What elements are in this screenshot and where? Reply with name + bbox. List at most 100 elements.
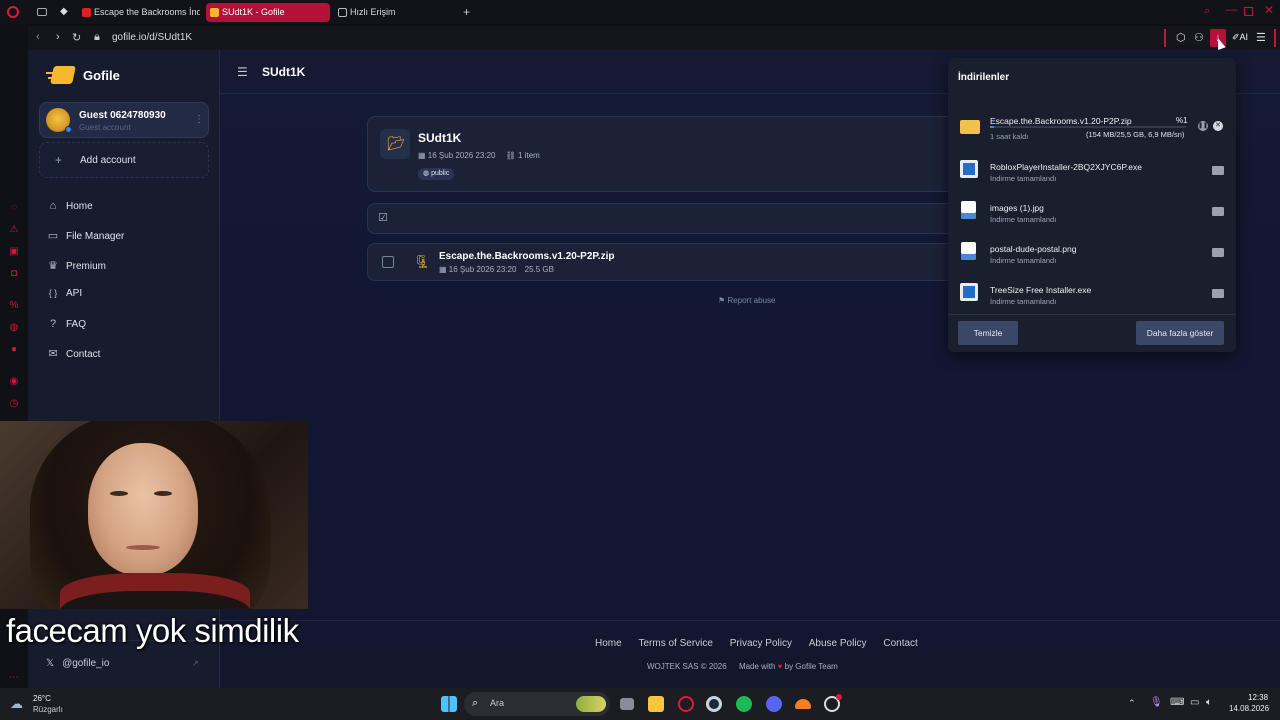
instagram-icon[interactable]: ◘: [8, 268, 20, 280]
tab-escape-backrooms[interactable]: Escape the Backrooms İnd: [78, 3, 200, 22]
nav-file-manager[interactable]: ▭ File Manager: [46, 229, 125, 242]
account-card[interactable]: Guest 0624780930 Guest account ⋮: [39, 102, 209, 138]
download-item[interactable]: postal-dude-postal.png İndirme tamamland…: [948, 240, 1236, 280]
show-in-folder-icon[interactable]: [1212, 248, 1224, 257]
messenger-icon[interactable]: ▣: [8, 246, 20, 258]
clock-time[interactable]: 12:38: [1248, 693, 1268, 702]
menu-icon[interactable]: ☰: [1256, 31, 1266, 44]
windows-start-icon[interactable]: [441, 696, 457, 712]
folder-item-count: 1 item: [518, 151, 540, 160]
new-tab-icon[interactable]: +: [463, 5, 470, 19]
nav-premium[interactable]: ♛ Premium: [46, 259, 106, 272]
workspaces-icon[interactable]: [37, 8, 47, 16]
file-explorer-icon[interactable]: [648, 696, 664, 712]
panel-divider: [948, 314, 1236, 315]
show-in-folder-icon[interactable]: [1212, 289, 1224, 298]
tab-settings-icon[interactable]: ◆: [60, 6, 68, 17]
footer-link-home[interactable]: Home: [595, 638, 622, 649]
nav-label: Contact: [66, 349, 101, 360]
gofile-logo-icon[interactable]: [46, 64, 76, 86]
show-in-folder-icon[interactable]: [1212, 207, 1224, 216]
player-icon[interactable]: ◉: [8, 376, 20, 388]
download-name: Escape.the.Backrooms.v1.20-P2P.zip: [990, 116, 1132, 126]
discount-icon[interactable]: %: [8, 300, 20, 312]
spotify-icon[interactable]: [736, 696, 752, 712]
whatsapp-icon[interactable]: ◍: [8, 322, 20, 334]
footer-link-terms[interactable]: Terms of Service: [638, 638, 712, 649]
clear-downloads-button[interactable]: Temizle: [958, 321, 1018, 345]
more-icon[interactable]: ⋯: [8, 672, 20, 684]
clock-date[interactable]: 14.08.2026: [1229, 704, 1269, 713]
profile-icon[interactable]: ⚇: [1194, 31, 1204, 44]
url-field[interactable]: gofile.io/d/SUdt1K: [112, 32, 192, 43]
aria-icon[interactable]: ◌: [8, 202, 20, 214]
keyboard-icon[interactable]: ⌨: [1170, 697, 1184, 708]
image-file-icon: [961, 242, 976, 260]
maximize-icon[interactable]: [1244, 7, 1253, 16]
youtube-music-icon[interactable]: ●: [8, 344, 20, 356]
task-view-icon[interactable]: [620, 698, 634, 710]
taskbar-search[interactable]: ⌕ Ara: [464, 692, 610, 716]
footer-link-abuse[interactable]: Abuse Policy: [809, 638, 867, 649]
opera-logo-icon[interactable]: [7, 6, 19, 18]
file-name[interactable]: Escape.the.Backrooms.v1.20-P2P.zip: [439, 251, 614, 262]
user-role: Guest account: [79, 123, 131, 132]
user-name: Guest 0624780930: [79, 110, 166, 121]
show-more-button[interactable]: Daha fazla göster: [1136, 321, 1224, 345]
nav-api[interactable]: { } API: [46, 288, 82, 299]
search-tabs-icon[interactable]: ⌕: [1204, 5, 1210, 18]
volume-icon[interactable]: 🔈︎: [1206, 697, 1212, 708]
tab-gofile[interactable]: SUdt1K - Gofile: [206, 3, 330, 22]
brand-name[interactable]: Gofile: [83, 68, 120, 83]
minimize-icon[interactable]: —: [1226, 4, 1237, 16]
history-icon[interactable]: ◷: [8, 398, 20, 410]
nav-faq[interactable]: ? FAQ: [46, 318, 86, 330]
footer-link-contact[interactable]: Contact: [883, 638, 917, 649]
crypto-wallet-icon[interactable]: ⚠: [8, 224, 20, 236]
tray-chevron-icon[interactable]: ⌃: [1128, 698, 1136, 709]
download-item[interactable]: TreeSize Free Installer.exe İndirme tama…: [948, 281, 1236, 321]
downloads-panel: İndirilenler Escape.the.Backrooms.v1.20-…: [948, 58, 1236, 352]
external-link-icon[interactable]: ↗: [192, 659, 199, 668]
forward-icon[interactable]: ›: [56, 31, 60, 43]
exe-file-icon: [960, 160, 978, 178]
add-account-button[interactable]: + Add account: [39, 142, 209, 178]
reload-icon[interactable]: ↻: [72, 31, 81, 44]
tab-label: Escape the Backrooms İnd: [94, 7, 200, 17]
cancel-download-icon[interactable]: ✕: [1213, 121, 1223, 131]
report-abuse-link[interactable]: ⚑ Report abuse: [718, 296, 775, 305]
tab-speed-dial[interactable]: Hızlı Erişim: [334, 3, 454, 22]
close-window-icon[interactable]: ✕: [1264, 3, 1274, 17]
discord-icon[interactable]: [766, 696, 782, 712]
cloudflare-icon[interactable]: [795, 699, 811, 709]
folder-open-icon-box: 📂︎: [380, 129, 410, 159]
calendar-icon: ▦: [439, 265, 449, 274]
show-in-folder-icon[interactable]: [1212, 166, 1224, 175]
download-item[interactable]: RobloxPlayerInstaller-2BQ2XJYC6P.exe İnd…: [948, 158, 1236, 198]
select-all-checkbox-icon[interactable]: ☑: [378, 211, 388, 224]
file-row[interactable]: 🗜︎ Escape.the.Backrooms.v1.20-P2P.zip ▦ …: [367, 243, 967, 281]
download-item[interactable]: images (1).jpg İndirme tamamlandı: [948, 199, 1236, 239]
nav-contact[interactable]: ✉ Contact: [46, 347, 100, 360]
grid-icon: [338, 8, 347, 17]
download-name: RobloxPlayerInstaller-2BQ2XJYC6P.exe: [990, 162, 1142, 172]
weather-widget[interactable]: ☁ 26°C Rüzgarlı: [10, 692, 90, 716]
display-icon[interactable]: ▭: [1190, 697, 1199, 708]
back-icon[interactable]: ‹: [36, 31, 40, 43]
opera-gx-icon[interactable]: [678, 696, 694, 712]
folder-meta: ▦ 16 Şub 2026 23:20 ⛓ 1 item: [418, 151, 540, 160]
download-item-active[interactable]: Escape.the.Backrooms.v1.20-P2P.zip %1 1 …: [948, 112, 1236, 152]
steam-icon[interactable]: [706, 696, 722, 712]
flag-icon: ⚑: [718, 296, 728, 305]
hamburger-icon[interactable]: ☰: [237, 65, 248, 79]
extensions-icon[interactable]: ⬡: [1176, 31, 1186, 44]
footer-link-privacy[interactable]: Privacy Policy: [730, 638, 792, 649]
pause-icon[interactable]: ❚❚: [1198, 121, 1208, 131]
file-checkbox[interactable]: [382, 256, 394, 268]
download-progress-fill: [990, 126, 994, 128]
x-social-link[interactable]: 𝕏 @gofile_io: [46, 658, 109, 669]
microphone-icon[interactable]: 🎙︎: [1150, 697, 1163, 708]
nav-home[interactable]: ⌂ Home: [46, 200, 93, 212]
aria-ai-button[interactable]: ✐AI: [1232, 32, 1248, 43]
account-menu-icon[interactable]: ⋮: [194, 114, 204, 125]
